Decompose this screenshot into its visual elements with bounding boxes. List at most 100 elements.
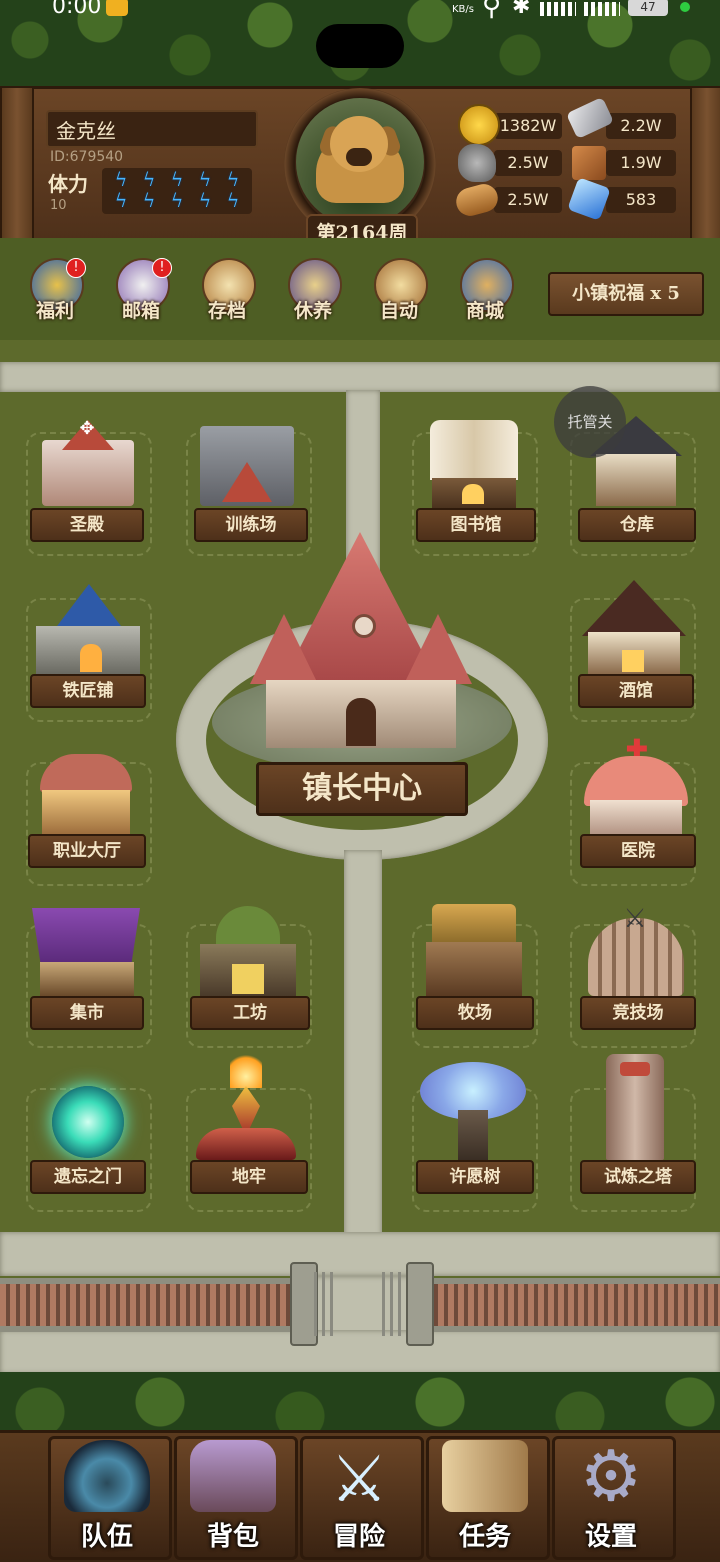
town-fence [0,1278,720,1332]
mail-alert-badge: ! [152,258,172,278]
player-avatar[interactable] [296,98,424,226]
camera-notch [316,24,404,68]
menu-save[interactable]: 存档 [192,296,262,323]
road-top [0,362,720,392]
gold-value: 1382W [499,116,557,135]
crossed-swords-icon: ⚔ [330,1443,388,1517]
dungeon-building[interactable] [196,1128,296,1160]
road-south [344,850,382,1240]
menu-welfare[interactable]: 福利 [20,296,90,323]
crossed-weapons-icon: ⚔ [623,904,647,934]
market-stalls [40,962,134,996]
wish-tree-trunk [458,1110,488,1160]
hospital-building[interactable] [590,800,682,836]
menu-auto[interactable]: 自动 [364,296,434,323]
hud-wood-post-left [0,86,34,242]
building-workshop[interactable]: 工坊 [190,996,310,1030]
nav-quest-label[interactable]: 任务 [426,1516,544,1553]
wings-icon: ✥ [79,418,95,439]
status-net-speed: KB/s [452,4,474,15]
battery-icon: 47 [628,0,668,16]
fence-right [428,1278,720,1332]
player-name: 金克丝 [56,119,116,143]
building-tavern[interactable]: 酒馆 [578,674,694,708]
building-ranch[interactable]: 牧场 [416,996,534,1030]
building-job-hall[interactable]: 职业大厅 [28,834,146,868]
nav-team-label[interactable]: 队伍 [48,1516,166,1553]
flame-icon [230,1050,262,1088]
building-town-hall[interactable]: 镇长中心 [256,762,468,816]
stamina-value: 10 [50,198,67,213]
player-id: ID:679540 [50,149,124,165]
building-trial-tower[interactable]: 试炼之塔 [580,1160,696,1194]
lightning-icon: ϟ [142,169,156,191]
town-hall-door [346,698,376,746]
building-hospital[interactable]: 医院 [580,834,696,868]
building-temple[interactable]: 圣殿 [30,508,144,542]
notification-icon [106,0,128,16]
nav-settings-label[interactable]: 设置 [552,1516,670,1553]
menu-rest[interactable]: 休养 [278,296,348,323]
stone-ore-icon [458,144,496,182]
lightning-icon: ϟ [170,190,184,212]
signal-icon-2 [584,2,620,16]
building-blacksmith[interactable]: 铁匠铺 [30,674,146,708]
ranch-building[interactable] [426,942,522,996]
building-wish-tree[interactable]: 许愿树 [416,1160,534,1194]
hud-wood-post-right [690,86,720,242]
backpack-icon [190,1440,276,1512]
nav-adventure-label[interactable]: 冒险 [300,1516,418,1553]
lightning-icon: ϟ [198,190,212,212]
lightning-icon: ϟ [226,190,240,212]
tavern-door [622,650,644,672]
status-time: 0:00 [52,0,102,19]
gate-post-right [406,1262,434,1346]
gear-icon: ⚙ [579,1435,643,1517]
crystal-value: 583 [625,190,657,209]
dog-snout [346,148,372,166]
building-warehouse[interactable]: 仓库 [578,508,696,542]
building-market[interactable]: 集市 [30,996,144,1030]
building-arena[interactable]: 竞技场 [580,996,696,1030]
town-blessing-button[interactable]: 小镇祝福 x 5 [548,272,704,316]
stamina-bar: ϟ ϟ ϟ ϟ ϟ ϟ ϟ ϟ ϟ ϟ [102,168,252,214]
leather-value: 1.9W [620,153,662,172]
lightning-icon: ϟ [114,190,128,212]
leather-icon [572,146,606,180]
menu-mailbox[interactable]: 邮箱 [106,296,176,323]
building-training[interactable]: 训练场 [194,508,308,542]
portal-vortex[interactable] [52,1086,124,1158]
building-portal[interactable]: 遗忘之门 [30,1160,146,1194]
forest-background-bottom [0,1372,720,1432]
fence-left [0,1278,296,1332]
lightning-icon: ϟ [198,169,212,191]
welfare-alert-badge: ! [66,258,86,278]
library-book[interactable] [430,420,518,480]
road-bottom [0,1232,720,1276]
lightning-icon: ϟ [226,169,240,191]
warehouse-building[interactable] [596,454,676,506]
gate-right[interactable] [382,1272,406,1336]
nav-backpack-label[interactable]: 背包 [174,1516,292,1553]
iron-value: 2.2W [620,116,662,135]
bluetooth-icon: ✱ [512,0,531,19]
wood-value: 2.5W [507,190,549,209]
town-hall-window [352,614,376,638]
scroll-icon [442,1440,528,1512]
library-door [462,484,484,504]
privacy-dot-icon [680,2,690,12]
lightning-icon: ϟ [114,169,128,191]
auto-manage-toggle[interactable]: 托管关 [554,386,626,458]
trial-tower-top [620,1062,650,1076]
signal-icon [540,2,576,16]
building-library[interactable]: 图书馆 [416,508,536,542]
building-dungeon[interactable]: 地牢 [190,1160,308,1194]
menu-shop[interactable]: 商城 [450,296,520,323]
stone-value: 2.5W [507,153,549,172]
ranch-roof [432,904,516,944]
job-hall-building[interactable] [42,790,130,836]
gate-left[interactable] [314,1272,338,1336]
stamina-label: 体力 [48,172,88,196]
helmet-icon [64,1440,150,1512]
market-tent[interactable] [32,908,140,964]
